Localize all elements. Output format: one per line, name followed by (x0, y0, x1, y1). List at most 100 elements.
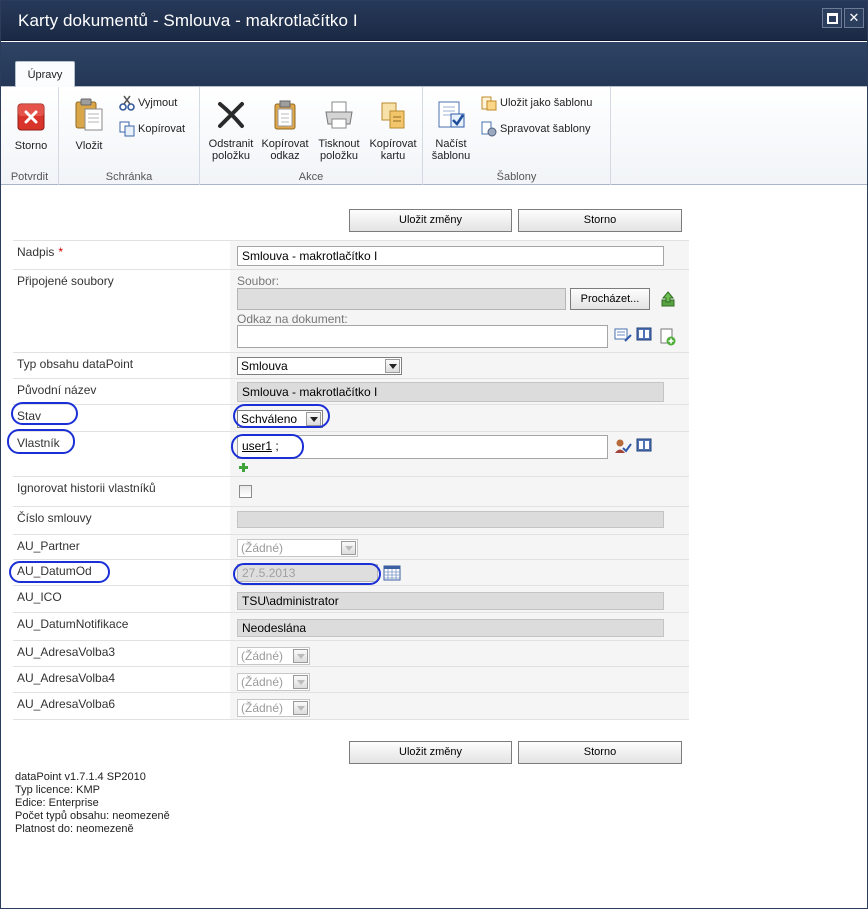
label-au-adresavolba4: AU_AdresaVolba4 (17, 671, 116, 685)
ulozit-jako-label: Uložit jako šablonu (500, 97, 593, 109)
save-template-icon (481, 96, 497, 111)
row-au-ico: AU_ICO TSU\administrator (13, 585, 689, 612)
copy-link-icon (274, 100, 296, 130)
odstranit-label-2: položku (212, 150, 250, 162)
tisknout-polozku-button[interactable]: Tisknout položku (312, 99, 366, 162)
cancel-button-top[interactable]: Storno (518, 209, 682, 232)
odkaz-input[interactable] (237, 325, 608, 348)
au-adresavolba6-value: (Žádné) (241, 701, 284, 715)
highlight-vlastnik-user (231, 434, 304, 459)
row-puvodni-nazev: Původní název Smlouva - makrotlačítko I (13, 378, 689, 404)
ulozit-jako-sablonu-button[interactable]: Uložit jako šablonu (481, 95, 592, 113)
label-cislo-smlouvy: Číslo smlouvy (17, 511, 92, 525)
row-au-datumnotifikace: AU_DatumNotifikace Neodeslána (13, 612, 689, 640)
kopirovat-kartu-label-2: kartu (380, 150, 406, 162)
dialog-window: Karty dokumentů - Smlouva - makrotlačítk… (0, 0, 868, 909)
group-label-sablony: Šablony (496, 171, 537, 183)
add-document-icon[interactable] (660, 328, 676, 346)
odkaz-label: Odkaz na dokument: (237, 312, 348, 326)
label-au-ico: AU_ICO (17, 590, 62, 604)
typ-obsahu-select[interactable]: Smlouva (237, 357, 402, 375)
edit-link-icon[interactable] (614, 327, 632, 343)
chevron-down-icon (341, 541, 356, 555)
puvodni-nazev-field: Smlouva - makrotlačítko I (237, 382, 664, 402)
ribbon-group-akce: Odstranit položku Kopírovat odkaz Tiskno… (200, 87, 423, 185)
vyjmout-label: Vyjmout (138, 97, 178, 109)
tab-upravy[interactable]: Úpravy (15, 61, 75, 88)
soubor-label: Soubor: (237, 274, 280, 288)
row-ignorovat: Ignorovat historii vlastníků (13, 476, 689, 506)
kopirovat-odkaz-button[interactable]: Kopírovat odkaz (258, 99, 312, 162)
au-adresavolba4-select: (Žádné) (237, 673, 310, 691)
kopirovat-button[interactable]: Kopírovat (119, 121, 185, 139)
row-au-adresavolba4: AU_AdresaVolba4 (Žádné) (13, 666, 689, 692)
cancel-icon (17, 103, 45, 131)
add-icon[interactable] (238, 462, 249, 473)
nacist-label-1: Načíst (435, 138, 467, 150)
cancel-button-bottom[interactable]: Storno (518, 741, 682, 764)
chevron-down-icon (293, 649, 308, 663)
odstranit-label-1: Odstranit (208, 138, 254, 150)
label-au-adresavolba3: AU_AdresaVolba3 (17, 645, 116, 659)
au-adresavolba6-select: (Žádné) (237, 699, 310, 717)
save-button-top[interactable]: Uložit změny (349, 209, 512, 232)
browse-button[interactable]: Procházet... (570, 288, 650, 310)
tisknout-label-1: Tisknout (318, 138, 360, 150)
odstranit-polozku-button[interactable]: Odstranit položku (204, 99, 258, 162)
kopirovat-kartu-button[interactable]: Kopírovat kartu (366, 99, 420, 162)
ribbon-group-schranka: Vložit Vyjmout Kopírovat Schránka (59, 87, 200, 185)
ribbon: Storno Potvrdit Vložit Vyjmout Kopírovat… (1, 87, 867, 185)
close-icon[interactable]: ✕ (844, 8, 864, 28)
storno-ribbon-button[interactable]: Storno (9, 101, 53, 152)
typ-obsahu-value: Smlouva (241, 359, 288, 373)
delete-icon (218, 102, 244, 128)
copy-icon (119, 121, 135, 137)
upload-icon[interactable] (660, 291, 676, 307)
highlight-datumod-label (9, 561, 110, 583)
cislo-smlouvy-field (237, 511, 664, 528)
label-pripojene-soubory: Připojené soubory (17, 274, 114, 288)
chevron-down-icon (293, 675, 308, 689)
footer-edition: Edice: Enterprise (15, 797, 99, 809)
ribbon-group-sablony: Načíst šablonu Uložit jako šablonu Sprav… (423, 87, 611, 185)
au-adresavolba3-select: (Žádné) (237, 647, 310, 665)
label-au-partner: AU_Partner (17, 539, 80, 553)
label-nadpis-text: Nadpis (17, 245, 55, 259)
nacist-label-2: šablonu (431, 150, 471, 162)
vlozit-button[interactable]: Vložit (67, 97, 111, 152)
group-label-potvrdit: Potvrdit (10, 171, 49, 183)
label-ignorovat: Ignorovat historii vlastníků (17, 481, 156, 495)
ribbon-group-potvrdit: Storno Potvrdit (1, 87, 59, 185)
row-cislo-smlouvy: Číslo smlouvy (13, 506, 689, 534)
label-au-adresavolba6: AU_AdresaVolba6 (17, 697, 116, 711)
check-names-icon[interactable] (614, 438, 632, 454)
soubor-input[interactable] (237, 288, 566, 310)
chevron-down-icon (293, 701, 308, 715)
row-au-adresavolba6: AU_AdresaVolba6 (Žádné) (13, 692, 689, 720)
au-adresavolba3-value: (Žádné) (241, 649, 284, 663)
manage-templates-icon (481, 121, 497, 137)
ignorovat-checkbox[interactable] (239, 485, 252, 498)
form-content: Uložit změny Storno Nadpis * Smlouva - ma… (7, 186, 863, 906)
row-typ-obsahu: Typ obsahu dataPoint Smlouva (13, 352, 689, 378)
spravovat-label: Spravovat šablony (500, 123, 591, 135)
footer-content-types: Počet typů obsahu: neomezeně (15, 810, 170, 822)
storno-ribbon-label: Storno (14, 140, 48, 152)
maximize-icon[interactable] (822, 8, 842, 28)
calendar-icon[interactable] (383, 565, 401, 581)
nadpis-input[interactable]: Smlouva - makrotlačítko I (237, 246, 664, 266)
paste-icon (75, 98, 103, 131)
vyjmout-button[interactable]: Vyjmout (119, 95, 177, 113)
footer-validity: Platnost do: neomezeně (15, 823, 134, 835)
row-vlastnik: Vlastník user1 ; (13, 431, 689, 476)
load-template-icon (438, 101, 465, 128)
nacist-sablonu-button[interactable]: Načíst šablonu (427, 99, 475, 162)
au-partner-select: (Žádné) (237, 539, 358, 557)
spravovat-sablony-button[interactable]: Spravovat šablony (481, 121, 591, 139)
address-book-icon[interactable] (636, 438, 652, 452)
chevron-down-icon (385, 359, 400, 373)
address-book-icon[interactable] (636, 327, 652, 341)
save-button-bottom[interactable]: Uložit změny (349, 741, 512, 764)
row-pripojene-soubory: Připojené soubory Soubor: Procházet... O… (13, 269, 689, 352)
required-mark: * (58, 245, 64, 259)
